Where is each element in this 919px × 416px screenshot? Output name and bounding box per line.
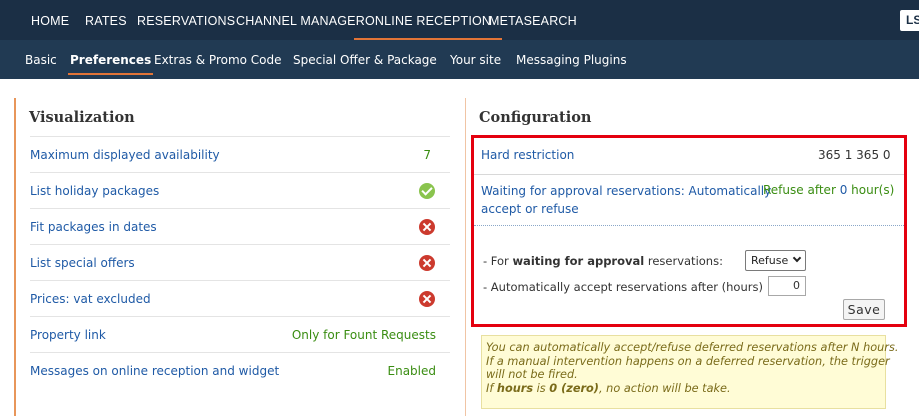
sub-nav-basic[interactable]: Basic [25,40,57,79]
cross-circle-icon [419,219,435,235]
visualization-row: Messages on online reception and widget … [30,352,450,388]
help-note-suffix: , no action will be take. [598,381,731,395]
messages-widget-value: Enabled [387,364,437,378]
visualization-row: List special offers [30,244,450,280]
help-note-line: If a manual intervention happens on a de… [486,354,890,368]
max-availability-link[interactable]: Maximum displayed availability [30,148,220,162]
sub-nav-special-offer-package[interactable]: Special Offer & Package [293,40,437,79]
visualization-row: Maximum displayed availability 7 [30,136,450,172]
help-note-prefix: If [486,381,494,395]
help-note-mid: is [536,381,546,395]
sub-nav-your-site[interactable]: Your site [450,40,501,79]
top-nav-online-reception[interactable]: ONLINE RECEPTION [353,0,503,40]
visualization-row: Property link Only for Fount Requests [30,316,450,352]
top-nav-reservations[interactable]: RESERVATIONS [137,0,235,40]
help-note-line: will not be fired. [486,368,578,382]
max-availability-value: 7 [423,148,431,162]
sub-nav-messaging-plugins[interactable]: Messaging Plugins [516,40,627,79]
visualization-row: Prices: vat excluded [30,280,450,316]
top-nav-home[interactable]: HOME [31,0,69,40]
account-badge[interactable]: LS2 [900,10,919,31]
help-note: You can automatically accept/refuse defe… [481,335,899,409]
check-circle-icon [419,183,435,199]
help-note-line: If hours is 0 (zero), no action will be … [486,382,881,396]
help-note-bold: hours [496,381,534,395]
cross-circle-icon [419,291,435,307]
visualization-title: Visualization [29,109,135,126]
configuration-title: Configuration [479,109,592,126]
property-link-link[interactable]: Property link [30,328,106,342]
visualization-row: Fit packages in dates [30,208,450,244]
top-navigation-bar: HOME RATES RESERVATIONS CHANNEL MANAGER … [0,0,919,40]
sub-nav-preferences[interactable]: Preferences [67,40,154,79]
special-offers-link[interactable]: List special offers [30,256,135,270]
top-nav-rates[interactable]: RATES [85,0,127,40]
top-nav-metasearch[interactable]: METASEARCH [489,0,577,40]
sub-nav-extras-promo-code[interactable]: Extras & Promo Code [154,40,282,79]
prices-vat-link[interactable]: Prices: vat excluded [30,292,151,306]
visualization-row: List holiday packages [30,172,450,208]
help-note-bold: 0 (zero) [549,381,599,395]
fit-packages-link[interactable]: Fit packages in dates [30,220,157,234]
visualization-panel: Visualization Maximum displayed availabi… [14,98,450,416]
configuration-highlight-box [471,135,907,327]
help-note-line: You can automatically accept/refuse defe… [486,341,899,354]
cross-circle-icon [419,255,435,271]
holiday-packages-link[interactable]: List holiday packages [30,184,159,198]
messages-widget-link[interactable]: Messages on online reception and widget [30,364,279,378]
property-link-value: Only for Fount Requests [291,328,436,342]
sub-navigation-bar: Basic Preferences Extras & Promo Code Sp… [0,40,919,79]
top-nav-channel-manager[interactable]: CHANNEL MANAGER [236,0,365,40]
